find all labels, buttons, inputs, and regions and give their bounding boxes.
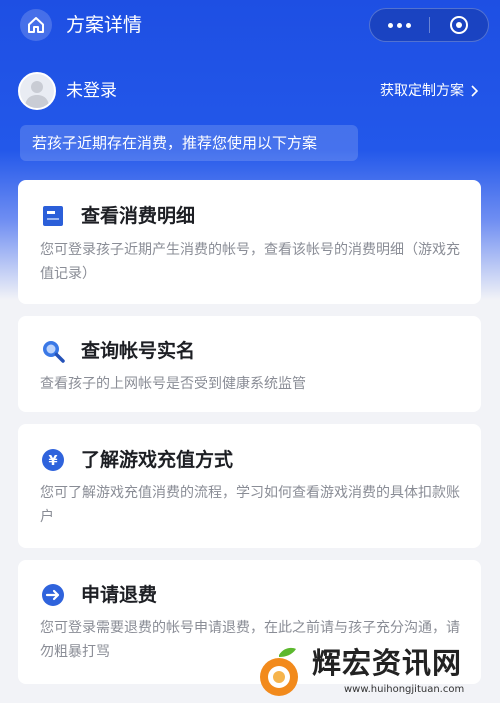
login-status: 未登录 xyxy=(66,81,117,101)
bill-icon xyxy=(43,206,63,226)
mini-program-capsule xyxy=(369,8,489,42)
svg-text:¥: ¥ xyxy=(48,454,57,469)
search-icon xyxy=(43,341,65,363)
fruit-logo-icon xyxy=(260,647,298,696)
chevron-right-icon xyxy=(471,85,478,97)
custom-plan-link[interactable]: 获取定制方案 xyxy=(380,81,478,101)
avatar[interactable] xyxy=(18,72,56,110)
plan-card-recharge-method[interactable]: ¥ 了解游戏充值方式 您可了解游戏充值消费的流程，学习如何查看游戏消费的具体扣款… xyxy=(18,424,481,548)
plan-card-account-realname[interactable]: 查询帐号实名 查看孩子的上网帐号是否受到健康系统监管 xyxy=(18,316,481,412)
close-button[interactable] xyxy=(430,9,488,41)
card-title: 查看消费明细 xyxy=(81,205,196,227)
card-description: 您可登录孩子近期产生消费的帐号，查看该帐号的消费明细（游戏充值记录） xyxy=(40,242,460,282)
card-title: 了解游戏充值方式 xyxy=(81,449,234,471)
more-dots-icon xyxy=(388,22,411,28)
user-row: 未登录 获取定制方案 xyxy=(0,70,500,114)
home-icon xyxy=(28,17,44,33)
user-silhouette-icon xyxy=(25,81,49,108)
card-description: 查看孩子的上网帐号是否受到健康系统监管 xyxy=(40,376,306,392)
page-title: 方案详情 xyxy=(66,14,143,36)
arrow-right-icon xyxy=(42,584,64,606)
more-button[interactable] xyxy=(370,9,429,41)
custom-plan-label: 获取定制方案 xyxy=(380,83,464,99)
card-description: 您可了解游戏充值消费的流程，学习如何查看游戏消费的具体扣款账户 xyxy=(40,485,460,525)
home-button[interactable] xyxy=(20,9,52,41)
watermark-text: 辉宏资讯网 xyxy=(312,646,463,680)
recommendation-notice: 若孩子近期存在消费，推荐您使用以下方案 xyxy=(20,125,358,161)
card-title: 申请退费 xyxy=(81,584,158,606)
card-title: 查询帐号实名 xyxy=(81,340,196,362)
plan-card-consumption-detail[interactable]: 查看消费明细 您可登录孩子近期产生消费的帐号，查看该帐号的消费明细（游戏充值记录… xyxy=(18,180,481,304)
target-close-icon xyxy=(450,16,468,34)
top-bar: 方案详情 xyxy=(0,0,500,50)
site-watermark: 辉宏资讯网 www.huihongjituan.com xyxy=(248,643,500,703)
watermark-url: www.huihongjituan.com xyxy=(344,684,465,695)
yuan-icon: ¥ xyxy=(42,449,64,471)
